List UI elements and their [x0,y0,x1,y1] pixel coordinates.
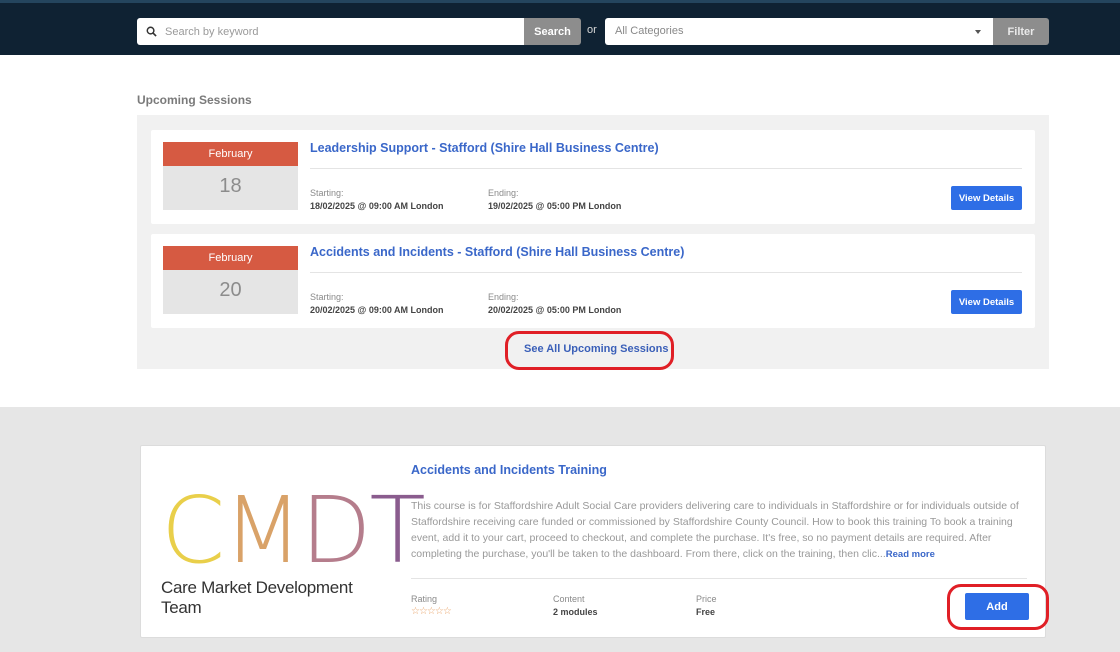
search-box[interactable] [137,18,525,45]
search-icon [146,26,157,37]
ending-value: 19/02/2025 @ 05:00 PM London [488,201,622,211]
session-date: February 18 [163,142,298,210]
session-day: 18 [163,166,298,210]
section-title-upcoming: Upcoming Sessions [137,93,252,107]
price-value: Free [696,607,716,617]
starting-label: Starting: [310,292,344,302]
ending-value: 20/02/2025 @ 05:00 PM London [488,305,622,315]
price-label: Price [696,594,717,604]
session-title-link[interactable]: Accidents and Incidents - Stafford (Shir… [310,245,684,259]
divider [310,272,1022,273]
rating-label: Rating [411,594,438,604]
logo-letter: C [161,477,225,584]
read-more-link[interactable]: Read more [886,549,935,560]
logo-letter: M [223,477,302,584]
course-title-link[interactable]: Accidents and Incidents Training [411,463,607,477]
session-card: February 18 Leadership Support - Staffor… [151,130,1035,224]
course-card: C M D T Care Market Development Team Acc… [140,445,1046,638]
session-month: February [163,246,298,270]
logo-letters: C M D T [161,477,426,584]
ending-label: Ending: [488,292,519,302]
content-value: 2 modules [553,607,598,617]
view-details-button[interactable]: View Details [951,290,1022,314]
session-month: February [163,142,298,166]
highlight-ring [505,331,674,370]
category-select[interactable]: All Categories [605,18,993,45]
search-button[interactable]: Search [524,18,581,45]
starting-label: Starting: [310,188,344,198]
content-label: Content [553,594,585,604]
highlight-ring [947,584,1049,630]
logo-letter: D [300,477,372,584]
starting-value: 20/02/2025 @ 09:00 AM London [310,305,444,315]
divider [310,168,1022,169]
ending-label: Ending: [488,188,519,198]
session-day: 20 [163,270,298,314]
course-description: This course is for Staffordshire Adult S… [411,498,1027,563]
chevron-down-icon [975,30,981,34]
cmdt-logo: C M D T Care Market Development Team [161,477,426,618]
or-separator: or [587,24,597,36]
session-date: February 20 [163,246,298,314]
search-input[interactable] [165,25,505,38]
session-title-link[interactable]: Leadership Support - Stafford (Shire Hal… [310,141,659,155]
view-details-button[interactable]: View Details [951,186,1022,210]
filter-button[interactable]: Filter [993,18,1049,45]
top-search-bar: Search or All Categories Filter [0,0,1120,55]
logo-subtitle: Care Market Development Team [161,578,353,617]
category-selected-value: All Categories [615,25,684,37]
rating-stars: ☆☆☆☆☆ [411,606,452,617]
session-card: February 20 Accidents and Incidents - St… [151,234,1035,328]
divider [411,578,1027,579]
starting-value: 18/02/2025 @ 09:00 AM London [310,201,444,211]
